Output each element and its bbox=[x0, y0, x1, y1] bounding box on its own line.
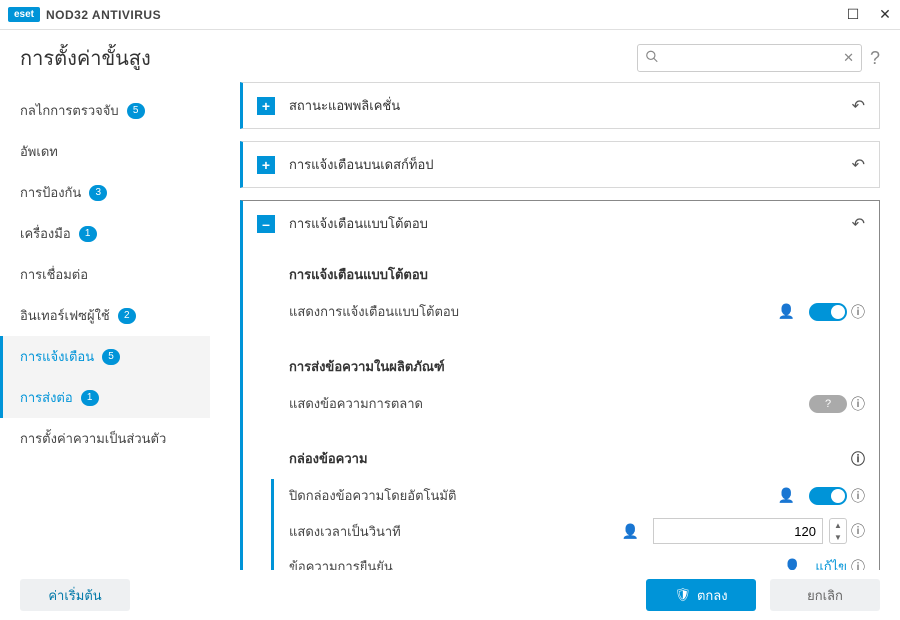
search-box: ✕ bbox=[637, 44, 862, 72]
sidebar-item-label: กลไกการตรวจจับ bbox=[20, 100, 119, 121]
clear-icon[interactable]: ✕ bbox=[843, 50, 854, 66]
sidebar-item-label: การแจ้งเตือน bbox=[20, 346, 94, 367]
panel-header[interactable]: + สถานะแอพพลิเคชั่น ↶ bbox=[243, 83, 879, 128]
section-title: กล่องข้อความ ⓘ bbox=[289, 448, 865, 469]
sidebar-item-2[interactable]: การป้องกัน 3 bbox=[0, 172, 210, 213]
panel-app-status: + สถานะแอพพลิเคชั่น ↶ bbox=[240, 82, 880, 129]
info-icon[interactable]: ⓘ bbox=[847, 394, 865, 414]
setting-label: ปิดกล่องข้อความโดยอัตโนมัติ bbox=[289, 485, 647, 506]
sidebar-item-label: การตั้งค่าความเป็นส่วนตัว bbox=[20, 428, 166, 449]
help-icon[interactable]: ? bbox=[870, 48, 880, 69]
spin-up[interactable]: ▲ bbox=[830, 519, 846, 531]
badge: 2 bbox=[118, 308, 136, 324]
setting-label: แสดงการแจ้งเตือนแบบโต้ตอบ bbox=[289, 301, 647, 322]
sidebar-item-label: อินเทอร์เฟซผู้ใช้ bbox=[20, 305, 110, 326]
panel-desktop-notifications: + การแจ้งเตือนบนเดสก์ท็อป ↶ bbox=[240, 141, 880, 188]
sidebar-item-label: การส่งต่อ bbox=[20, 387, 73, 408]
main-content: + สถานะแอพพลิเคชั่น ↶ + การแจ้งเตือนบนเด… bbox=[210, 82, 900, 592]
sidebar-item-1[interactable]: อัพเดท bbox=[0, 131, 210, 172]
setting-timeout: แสดงเวลาเป็นวินาที 👤 ▲ ▼ ⓘ bbox=[271, 512, 865, 550]
panel-body: การแจ้งเตือนแบบโต้ตอบ แสดงการแจ้งเตือนแบ… bbox=[243, 246, 879, 592]
collapse-icon: – bbox=[257, 215, 275, 233]
sidebar-item-5[interactable]: อินเทอร์เฟซผู้ใช้ 2 bbox=[0, 295, 210, 336]
page-title: การตั้งค่าขั้นสูง bbox=[20, 42, 151, 74]
badge: 1 bbox=[79, 226, 97, 242]
shield-icon: 🛡 bbox=[674, 587, 691, 603]
header: การตั้งค่าขั้นสูง ✕ ? bbox=[0, 30, 900, 82]
cancel-button[interactable]: ยกเลิก bbox=[770, 579, 880, 611]
undo-icon[interactable]: ↶ bbox=[852, 155, 865, 175]
setting-show-interactive: แสดงการแจ้งเตือนแบบโต้ตอบ 👤 ⓘ bbox=[289, 295, 865, 328]
badge: 3 bbox=[89, 185, 107, 201]
sidebar-item-4[interactable]: การเชื่อมต่อ bbox=[0, 254, 210, 295]
expand-icon: + bbox=[257, 156, 275, 174]
info-icon[interactable]: ⓘ bbox=[847, 521, 865, 541]
sidebar-item-label: การป้องกัน bbox=[20, 182, 81, 203]
sidebar: กลไกการตรวจจับ 5 อัพเดทการป้องกัน 3 เครื่องม… bbox=[0, 82, 210, 592]
undo-icon[interactable]: ↶ bbox=[852, 96, 865, 116]
badge: 5 bbox=[127, 103, 145, 119]
expand-icon: + bbox=[257, 97, 275, 115]
app-title: NOD32 ANTIVIRUS bbox=[46, 8, 161, 22]
spin-down[interactable]: ▼ bbox=[830, 531, 846, 543]
window-controls: ☐ ✕ bbox=[846, 8, 892, 22]
maximize-button[interactable]: ☐ bbox=[846, 8, 860, 22]
toggle-marketing: ? bbox=[809, 395, 847, 413]
section-title: การแจ้งเตือนแบบโต้ตอบ bbox=[289, 264, 865, 285]
user-icon: 👤 bbox=[622, 523, 639, 540]
sidebar-item-8[interactable]: การตั้งค่าความเป็นส่วนตัว bbox=[0, 418, 210, 459]
section-title: การส่งข้อความในผลิตภัณฑ์ bbox=[289, 356, 865, 377]
setting-auto-close: ปิดกล่องข้อความโดยอัตโนมัติ 👤 ⓘ bbox=[271, 479, 865, 512]
sidebar-item-3[interactable]: เครื่องมือ 1 bbox=[0, 213, 210, 254]
info-icon[interactable]: ⓘ bbox=[847, 486, 865, 506]
sidebar-item-label: การเชื่อมต่อ bbox=[20, 264, 88, 285]
undo-icon[interactable]: ↶ bbox=[852, 214, 865, 234]
defaults-button[interactable]: ค่าเริ่มต้น bbox=[20, 579, 130, 611]
titlebar: eset NOD32 ANTIVIRUS ☐ ✕ bbox=[0, 0, 900, 30]
toggle-interactive-alerts[interactable] bbox=[809, 303, 847, 321]
section-title-text: กล่องข้อความ bbox=[289, 448, 368, 469]
setting-label: แสดงเวลาเป็นวินาที bbox=[289, 521, 622, 542]
panel-header[interactable]: + การแจ้งเตือนบนเดสก์ท็อป ↶ bbox=[243, 142, 879, 187]
sidebar-item-7[interactable]: การส่งต่อ 1 bbox=[0, 377, 210, 418]
sidebar-item-6[interactable]: การแจ้งเตือน 5 bbox=[0, 336, 210, 377]
sidebar-item-0[interactable]: กลไกการตรวจจับ 5 bbox=[0, 90, 210, 131]
panel-header[interactable]: – การแจ้งเตือนแบบโต้ตอบ ↶ bbox=[243, 201, 879, 246]
ok-button[interactable]: 🛡 ตกลง bbox=[646, 579, 756, 611]
panel-interactive-notifications: – การแจ้งเตือนแบบโต้ตอบ ↶ การแจ้งเตือนแบ… bbox=[240, 200, 880, 592]
info-icon[interactable]: ⓘ bbox=[847, 302, 865, 322]
timeout-input[interactable] bbox=[653, 518, 823, 544]
sidebar-item-label: เครื่องมือ bbox=[20, 223, 71, 244]
spinner: ▲ ▼ bbox=[829, 518, 847, 544]
panel-title: สถานะแอพพลิเคชั่น bbox=[289, 95, 852, 116]
badge: 1 bbox=[81, 390, 99, 406]
sidebar-item-label: อัพเดท bbox=[20, 141, 58, 162]
user-icon: 👤 bbox=[778, 303, 795, 320]
badge: 5 bbox=[102, 349, 120, 365]
info-icon[interactable]: ⓘ bbox=[847, 449, 865, 469]
toggle-auto-close[interactable] bbox=[809, 487, 847, 505]
search-icon bbox=[645, 50, 659, 67]
setting-marketing: แสดงข้อความการตลาด ? ⓘ bbox=[289, 387, 865, 420]
search-wrap: ✕ ? bbox=[637, 44, 880, 72]
setting-label: แสดงข้อความการตลาด bbox=[289, 393, 647, 414]
panel-title: การแจ้งเตือนแบบโต้ตอบ bbox=[289, 213, 852, 234]
close-button[interactable]: ✕ bbox=[878, 8, 892, 22]
footer: ค่าเริ่มต้น 🛡 ตกลง ยกเลิก bbox=[0, 570, 900, 620]
ok-label: ตกลง bbox=[697, 585, 728, 606]
search-input[interactable] bbox=[637, 44, 862, 72]
app-logo: eset bbox=[8, 7, 40, 22]
user-icon: 👤 bbox=[778, 487, 795, 504]
panel-title: การแจ้งเตือนบนเดสก์ท็อป bbox=[289, 154, 852, 175]
